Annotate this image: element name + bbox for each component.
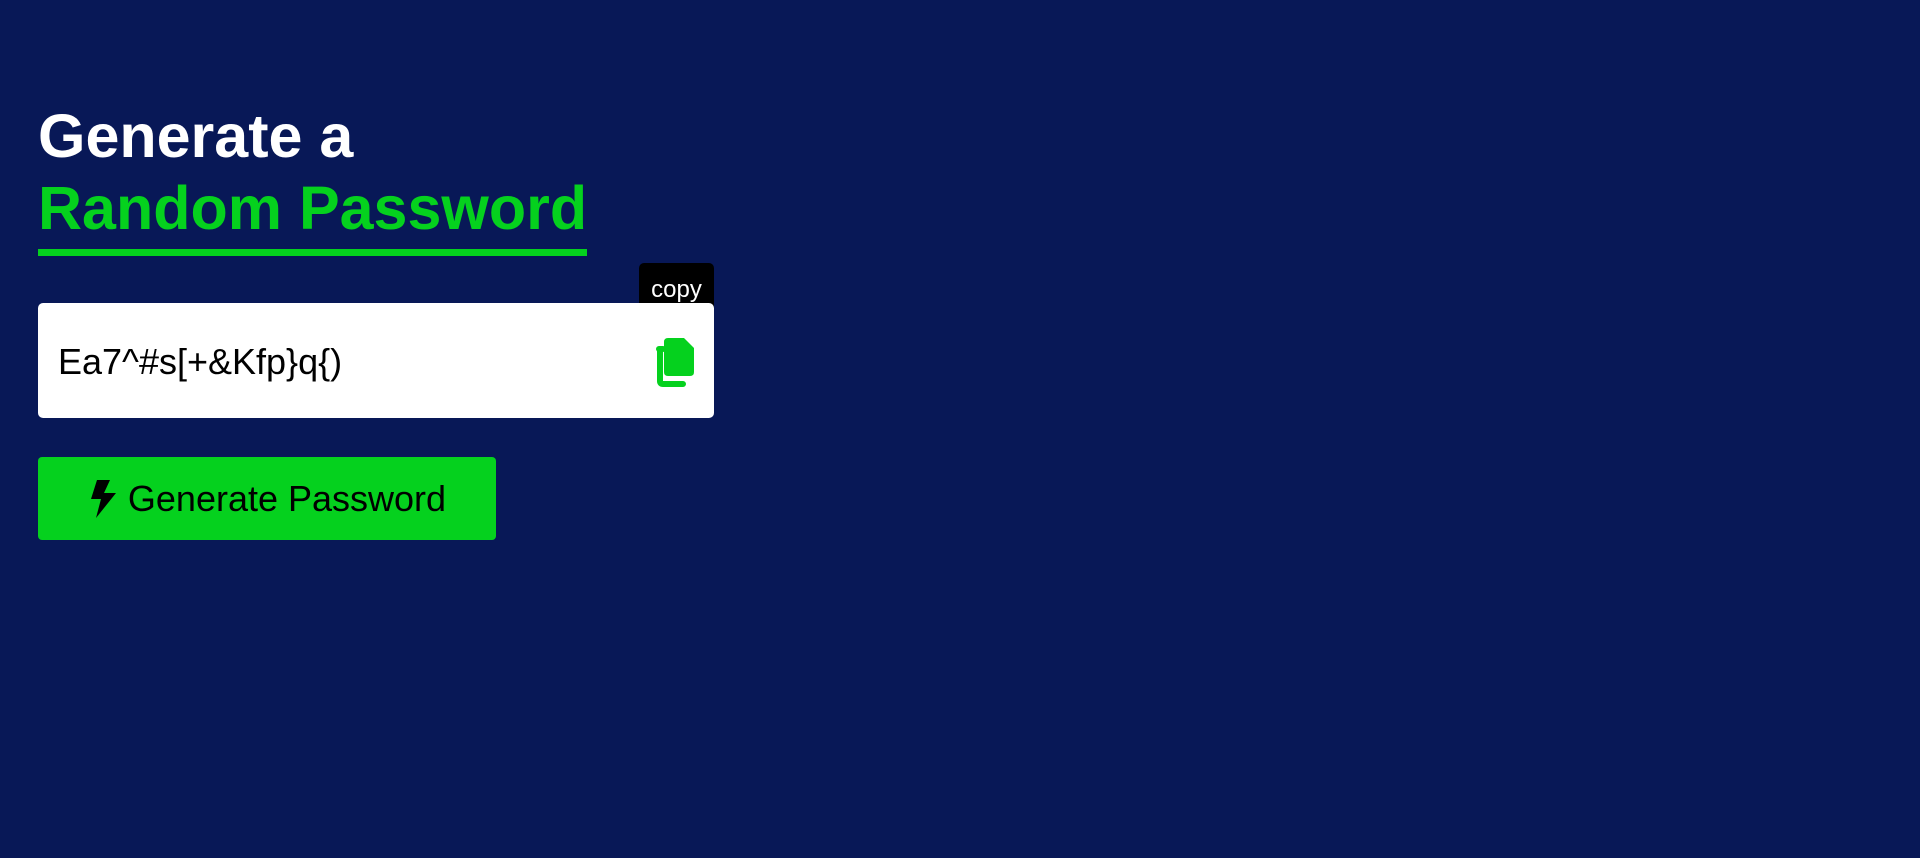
password-display: Ea7^#s[+&Kfp}q{) (38, 303, 714, 418)
password-generator: Generate a Random Password copy Ea7^#s[+… (38, 100, 714, 540)
title-line-1: Generate a (38, 102, 354, 170)
generate-password-button[interactable]: Generate Password (38, 457, 496, 540)
copy-button[interactable] (650, 335, 696, 387)
generate-button-label: Generate Password (127, 477, 447, 519)
bolt-icon (90, 479, 116, 518)
password-value[interactable]: Ea7^#s[+&Kfp}q{) (58, 340, 342, 384)
copy-icon (656, 338, 694, 387)
page-title: Generate a Random Password (38, 100, 588, 256)
title-line-2: Random Password (38, 174, 588, 242)
